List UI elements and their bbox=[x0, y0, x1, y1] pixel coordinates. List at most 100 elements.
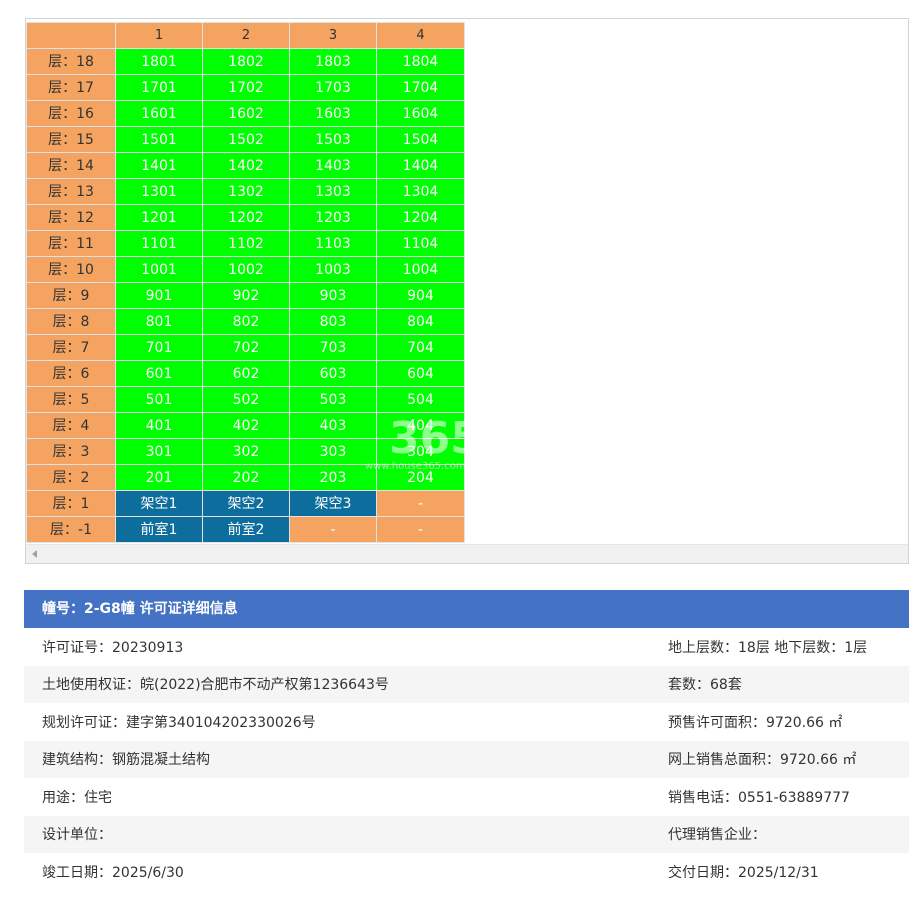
unit-cell[interactable]: 904 bbox=[376, 282, 465, 309]
unit-cell[interactable]: 704 bbox=[376, 334, 465, 361]
unit-cell[interactable]: 602 bbox=[202, 360, 290, 387]
unit-cell[interactable]: 1801 bbox=[115, 48, 203, 75]
floor-label: 层：11 bbox=[26, 230, 116, 257]
unit-cell[interactable]: 1002 bbox=[202, 256, 290, 283]
unit-cell[interactable]: 1102 bbox=[202, 230, 290, 257]
unit-cell[interactable]: 603 bbox=[289, 360, 377, 387]
floor-label: 层：-1 bbox=[26, 516, 116, 543]
unit-cell[interactable]: 803 bbox=[289, 308, 377, 335]
unit-cell[interactable]: 1503 bbox=[289, 126, 377, 153]
unit-cell[interactable]: 404 bbox=[376, 412, 465, 439]
permit-info-right: 网上销售总面积：9720.66 ㎡ bbox=[668, 752, 857, 769]
unit-cell[interactable]: 前室2 bbox=[202, 516, 290, 543]
floor-row: 层：6 601 602 603 604 bbox=[26, 360, 465, 387]
unit-cell[interactable]: 1702 bbox=[202, 74, 290, 101]
unit-cell[interactable]: 1004 bbox=[376, 256, 465, 283]
unit-cell[interactable]: 801 bbox=[115, 308, 203, 335]
unit-cell[interactable]: 1502 bbox=[202, 126, 290, 153]
unit-cell[interactable]: 901 bbox=[115, 282, 203, 309]
floor-row: 层：2 201 202 203 204 bbox=[26, 464, 465, 491]
floor-label: 层：18 bbox=[26, 48, 116, 75]
unit-cell[interactable]: 1802 bbox=[202, 48, 290, 75]
unit-cell[interactable]: 403 bbox=[289, 412, 377, 439]
unit-cell[interactable]: 1203 bbox=[289, 204, 377, 231]
permit-info-row: 竣工日期：2025/6/30 交付日期：2025/12/31 bbox=[24, 853, 909, 891]
floor-label: 层：14 bbox=[26, 152, 116, 179]
floor-label: 层：10 bbox=[26, 256, 116, 283]
unit-cell[interactable]: 601 bbox=[115, 360, 203, 387]
floor-label: 层：5 bbox=[26, 386, 116, 413]
unit-cell[interactable]: 201 bbox=[115, 464, 203, 491]
horizontal-scrollbar[interactable] bbox=[26, 544, 908, 563]
unit-cell[interactable]: 304 bbox=[376, 438, 465, 465]
unit-cell[interactable]: 903 bbox=[289, 282, 377, 309]
permit-info-left: 用途：住宅 bbox=[42, 789, 112, 806]
column-header-3: 3 bbox=[289, 22, 377, 49]
unit-cell[interactable]: 502 bbox=[202, 386, 290, 413]
unit-cell[interactable]: 1404 bbox=[376, 152, 465, 179]
unit-cell[interactable]: 1301 bbox=[115, 178, 203, 205]
unit-cell[interactable]: 301 bbox=[115, 438, 203, 465]
unit-cell[interactable]: 1403 bbox=[289, 152, 377, 179]
unit-cell[interactable]: 802 bbox=[202, 308, 290, 335]
floor-label: 层：6 bbox=[26, 360, 116, 387]
unit-cell[interactable]: 1201 bbox=[115, 204, 203, 231]
unit-cell[interactable]: 1603 bbox=[289, 100, 377, 127]
permit-info-row: 设计单位： 代理销售企业： bbox=[24, 815, 909, 853]
unit-cell[interactable]: 1103 bbox=[289, 230, 377, 257]
unit-cell[interactable]: 204 bbox=[376, 464, 465, 491]
unit-cell[interactable]: 302 bbox=[202, 438, 290, 465]
unit-cell[interactable]: 1001 bbox=[115, 256, 203, 283]
unit-table-panel: 1 2 3 4 层：18 1801 1802 1803 1804 层：17 1701 1702… bbox=[25, 18, 909, 564]
floor-row: 层：8 801 802 803 804 bbox=[26, 308, 465, 335]
unit-cell[interactable]: 1003 bbox=[289, 256, 377, 283]
unit-cell[interactable]: 902 bbox=[202, 282, 290, 309]
unit-cell[interactable]: 1601 bbox=[115, 100, 203, 127]
unit-cell-empty: - bbox=[376, 516, 465, 543]
unit-cell[interactable]: 1104 bbox=[376, 230, 465, 257]
unit-cell[interactable]: 1204 bbox=[376, 204, 465, 231]
floor-row: 层：10 1001 1002 1003 1004 bbox=[26, 256, 465, 283]
unit-cell[interactable]: 202 bbox=[202, 464, 290, 491]
unit-cell[interactable]: 1701 bbox=[115, 74, 203, 101]
unit-cell[interactable]: 架空1 bbox=[115, 490, 203, 517]
unit-cell[interactable]: 604 bbox=[376, 360, 465, 387]
unit-cell[interactable]: 1604 bbox=[376, 100, 465, 127]
permit-info-row: 用途：住宅 销售电话：0551-63889777 bbox=[24, 778, 909, 816]
unit-cell[interactable]: 1304 bbox=[376, 178, 465, 205]
unit-cell[interactable]: 701 bbox=[115, 334, 203, 361]
unit-cell[interactable]: 1101 bbox=[115, 230, 203, 257]
permit-info-right: 套数：68套 bbox=[668, 677, 742, 694]
unit-cell[interactable]: 402 bbox=[202, 412, 290, 439]
unit-cell-empty: - bbox=[289, 516, 377, 543]
permit-info-rows: 许可证号：20230913 地上层数：18层 地下层数：1层 土地使用权证：皖(20… bbox=[24, 628, 909, 891]
floor-row: 层：4 401 402 403 404 bbox=[26, 412, 465, 439]
unit-cell[interactable]: 架空2 bbox=[202, 490, 290, 517]
unit-cell[interactable]: 303 bbox=[289, 438, 377, 465]
unit-cell[interactable]: 804 bbox=[376, 308, 465, 335]
unit-cell[interactable]: 1501 bbox=[115, 126, 203, 153]
unit-cell[interactable]: 1704 bbox=[376, 74, 465, 101]
scroll-left-arrow-icon[interactable] bbox=[32, 550, 37, 558]
unit-cell[interactable]: 1803 bbox=[289, 48, 377, 75]
unit-cell[interactable]: 1302 bbox=[202, 178, 290, 205]
unit-cell[interactable]: 架空3 bbox=[289, 490, 377, 517]
unit-cell[interactable]: 503 bbox=[289, 386, 377, 413]
permit-info-right: 代理销售企业： bbox=[668, 827, 766, 844]
unit-cell[interactable]: 702 bbox=[202, 334, 290, 361]
unit-cell[interactable]: 703 bbox=[289, 334, 377, 361]
unit-cell[interactable]: 1504 bbox=[376, 126, 465, 153]
unit-cell[interactable]: 1202 bbox=[202, 204, 290, 231]
unit-cell[interactable]: 501 bbox=[115, 386, 203, 413]
unit-cell[interactable]: 1402 bbox=[202, 152, 290, 179]
unit-cell[interactable]: 401 bbox=[115, 412, 203, 439]
unit-cell[interactable]: 前室1 bbox=[115, 516, 203, 543]
floor-label: 层：4 bbox=[26, 412, 116, 439]
unit-cell[interactable]: 504 bbox=[376, 386, 465, 413]
unit-cell[interactable]: 1602 bbox=[202, 100, 290, 127]
unit-cell[interactable]: 1401 bbox=[115, 152, 203, 179]
unit-cell[interactable]: 1804 bbox=[376, 48, 465, 75]
unit-cell[interactable]: 203 bbox=[289, 464, 377, 491]
unit-cell[interactable]: 1303 bbox=[289, 178, 377, 205]
unit-cell[interactable]: 1703 bbox=[289, 74, 377, 101]
